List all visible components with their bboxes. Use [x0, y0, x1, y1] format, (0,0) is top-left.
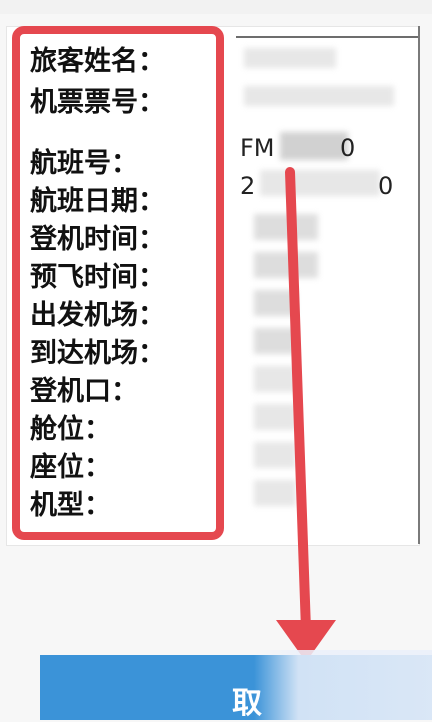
watermark-overlay: [254, 650, 432, 720]
flight-date-value-partial: 2: [240, 172, 256, 200]
passenger-name-value-masked: [244, 48, 336, 68]
arrival-airport-value-masked: [254, 328, 296, 354]
boarding-time-value-masked: [254, 214, 318, 240]
card-right-border: [418, 26, 420, 544]
flight-date-value-masked: [260, 170, 380, 196]
flight-number-value-tail: 0: [340, 134, 356, 162]
aircraft-type-value-masked: [254, 480, 296, 506]
ticket-number-value-masked: [244, 86, 394, 106]
annotation-highlight-frame: [12, 26, 224, 540]
departure-airport-value-masked: [254, 290, 296, 316]
scheduled-departure-value-masked: [254, 252, 318, 278]
seat-value-masked: [254, 442, 296, 468]
flight-number-value-masked: [280, 132, 348, 160]
flight-date-value-tail: 0: [378, 172, 394, 200]
flight-number-value-partial: FM: [240, 134, 275, 162]
cabin-value-masked: [254, 404, 296, 430]
ticket-values-column: FM 0 2 0: [238, 40, 408, 520]
gate-value-masked: [254, 366, 296, 392]
top-strip: [0, 0, 432, 14]
card-top-border: [236, 36, 420, 38]
